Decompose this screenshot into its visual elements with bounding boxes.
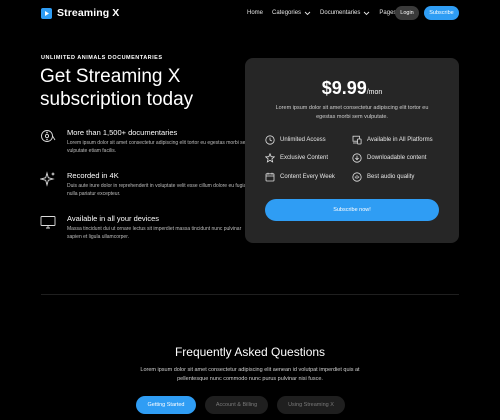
feature-title: Recorded in 4K	[67, 171, 119, 180]
tab-using-streaming-x[interactable]: Using Streaming X	[277, 396, 345, 414]
hero-eyebrow: UNLIMITED ANIMALS DOCUMENTARIES	[41, 55, 163, 61]
hero-title: Get Streaming X subscription today	[40, 66, 194, 110]
feature-text: Lorem ipsum dolor sit amet consectetur a…	[67, 140, 250, 154]
pricing-card: $9.99/mon Lorem ipsum dolor sit amet con…	[245, 58, 459, 243]
sparkle-icon	[40, 171, 55, 187]
perk-item: Content Every Week	[265, 172, 335, 182]
perk-item: Downloadable content	[352, 153, 426, 163]
perk-label: Unlimited Access	[280, 137, 326, 143]
faq-title: Frequently Asked Questions	[174, 345, 326, 359]
nav-link-label: Categories	[272, 10, 302, 16]
chevron-down-icon	[304, 11, 311, 15]
monitor-icon	[40, 216, 56, 229]
nav-links: Home Categories Documentaries Pages	[247, 10, 415, 16]
perk-item: Available in All Platforms	[352, 135, 433, 145]
plan-price: $9.99/mon	[245, 78, 459, 99]
calendar-icon	[265, 172, 275, 182]
brand-logo[interactable]: Streaming X	[41, 7, 119, 19]
perk-label: Best audio quality	[367, 174, 415, 180]
faq-tabs: Getting Started Account & Billing Using …	[136, 396, 345, 414]
perk-label: Exclusive Content	[280, 155, 329, 161]
perk-label: Available in All Platforms	[367, 137, 433, 143]
section-divider	[41, 294, 459, 295]
star-icon	[265, 153, 275, 163]
brand-name: Streaming X	[57, 7, 120, 19]
nav-link-label: Home	[247, 10, 264, 16]
nav-link-categories[interactable]: Categories	[272, 10, 311, 16]
plan-description: Lorem ipsum dolor sit amet consectetur a…	[275, 105, 429, 120]
feature-text: Massa tincidunt dui ut ornare lectus sit…	[67, 226, 242, 240]
price-amount: $9.99	[321, 78, 367, 98]
subscribe-nav-button[interactable]: Subscribe	[424, 6, 459, 20]
devices-icon	[352, 135, 362, 145]
perk-label: Downloadable content	[367, 155, 427, 161]
price-period: /mon	[366, 89, 383, 96]
login-button[interactable]: Login	[395, 6, 419, 20]
nav-link-home[interactable]: Home	[247, 10, 263, 16]
audio-bars-icon	[352, 172, 362, 182]
feature-text: Duis aute irure dolor in reprehenderit i…	[67, 183, 248, 197]
download-icon	[352, 153, 362, 163]
chevron-down-icon	[364, 11, 370, 15]
perk-item: Best audio quality	[352, 172, 414, 182]
top-navbar: Streaming X Home Categories Documentarie…	[0, 0, 500, 28]
tab-account-billing[interactable]: Account & Billing	[205, 396, 268, 414]
documentary-reel-icon	[41, 130, 56, 142]
nav-link-label: Pages	[379, 10, 397, 16]
perk-item: Unlimited Access	[265, 135, 326, 145]
feature-title: Available in all your devices	[67, 214, 159, 223]
faq-description: Lorem ipsum dolor sit amet consectetur a…	[140, 367, 360, 382]
clock-icon	[265, 135, 275, 145]
subscribe-now-button[interactable]: Subscribe now!	[265, 199, 439, 221]
feature-title: More than 1,500+ documentaries	[67, 128, 178, 137]
nav-link-label: Documentaries	[320, 10, 361, 16]
play-logo-icon	[41, 7, 52, 19]
perk-item: Exclusive Content	[265, 153, 328, 163]
nav-link-documentaries[interactable]: Documentaries	[320, 10, 370, 16]
tab-getting-started[interactable]: Getting Started	[136, 396, 196, 414]
perk-label: Content Every Week	[280, 174, 335, 180]
